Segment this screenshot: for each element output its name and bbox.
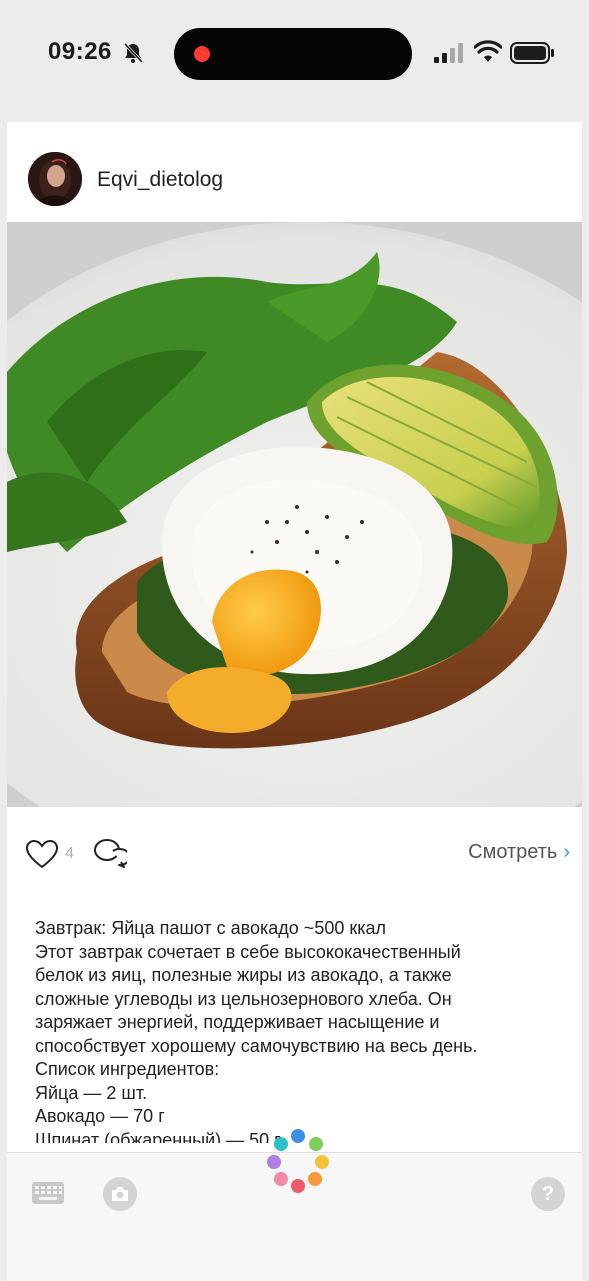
loading-spinner-icon bbox=[267, 1129, 329, 1193]
chevron-right-icon: › bbox=[563, 841, 570, 863]
caption-line: Завтрак: Яйца пашот с авокадо ~500 ккал bbox=[35, 918, 387, 938]
caption-line: Список ингредиентов: bbox=[35, 1059, 220, 1079]
keyboard-icon[interactable] bbox=[31, 1181, 65, 1205]
post-card: Eqvi_dietolog 4 Смотреть › Завтрак: Яйца… bbox=[7, 122, 582, 1152]
status-bar: 09:26 bbox=[0, 0, 589, 122]
caption-line: заряжает энергией, поддерживает насыщени… bbox=[35, 1012, 440, 1032]
status-time: 09:26 bbox=[48, 38, 112, 65]
help-button[interactable]: ? bbox=[531, 1177, 565, 1211]
view-button[interactable]: Смотреть › bbox=[468, 841, 570, 864]
view-button-label: Смотреть bbox=[468, 841, 558, 863]
dynamic-island bbox=[174, 28, 412, 80]
app-screen: 09:26 Eqvi_dietolog 4 Смотреть › Завтрак… bbox=[0, 0, 589, 1281]
post-actions: 4 Смотреть › bbox=[7, 807, 582, 895]
caption-line: белок из яиц, полезные жиры из авокадо, … bbox=[35, 965, 452, 985]
post-photo[interactable] bbox=[7, 222, 582, 807]
comment-icon[interactable] bbox=[93, 837, 127, 869]
caption-line: Этот завтрак сочетает в себе высококачес… bbox=[35, 941, 461, 962]
post-caption: Завтрак: Яйца пашот с авокадо ~500 ккал … bbox=[35, 917, 555, 1143]
post-header: Eqvi_dietolog bbox=[7, 122, 582, 222]
caption-line: Авокадо — 70 г bbox=[35, 1106, 165, 1126]
caption-line: Яйца — 2 шт. bbox=[35, 1082, 148, 1103]
recording-indicator bbox=[194, 46, 210, 62]
caption-line: способствует хорошему самочувствию на ве… bbox=[35, 1035, 478, 1056]
battery-icon bbox=[510, 42, 554, 64]
like-count: 4 bbox=[65, 845, 74, 862]
camera-icon bbox=[112, 1187, 128, 1201]
bell-slash-icon bbox=[123, 42, 144, 64]
poached-egg-toast-image bbox=[7, 222, 582, 807]
left-border bbox=[0, 0, 7, 1280]
signal-icon bbox=[434, 43, 463, 63]
camera-button[interactable] bbox=[103, 1177, 137, 1211]
right-border bbox=[582, 0, 589, 1280]
caption-line: сложные углеводы из цельнозернового хлеб… bbox=[35, 988, 452, 1009]
heart-icon[interactable] bbox=[25, 839, 59, 869]
wifi-icon bbox=[474, 40, 502, 62]
avatar-portrait bbox=[28, 152, 82, 206]
post-username[interactable]: Eqvi_dietolog bbox=[97, 168, 223, 192]
avatar[interactable] bbox=[28, 152, 82, 206]
